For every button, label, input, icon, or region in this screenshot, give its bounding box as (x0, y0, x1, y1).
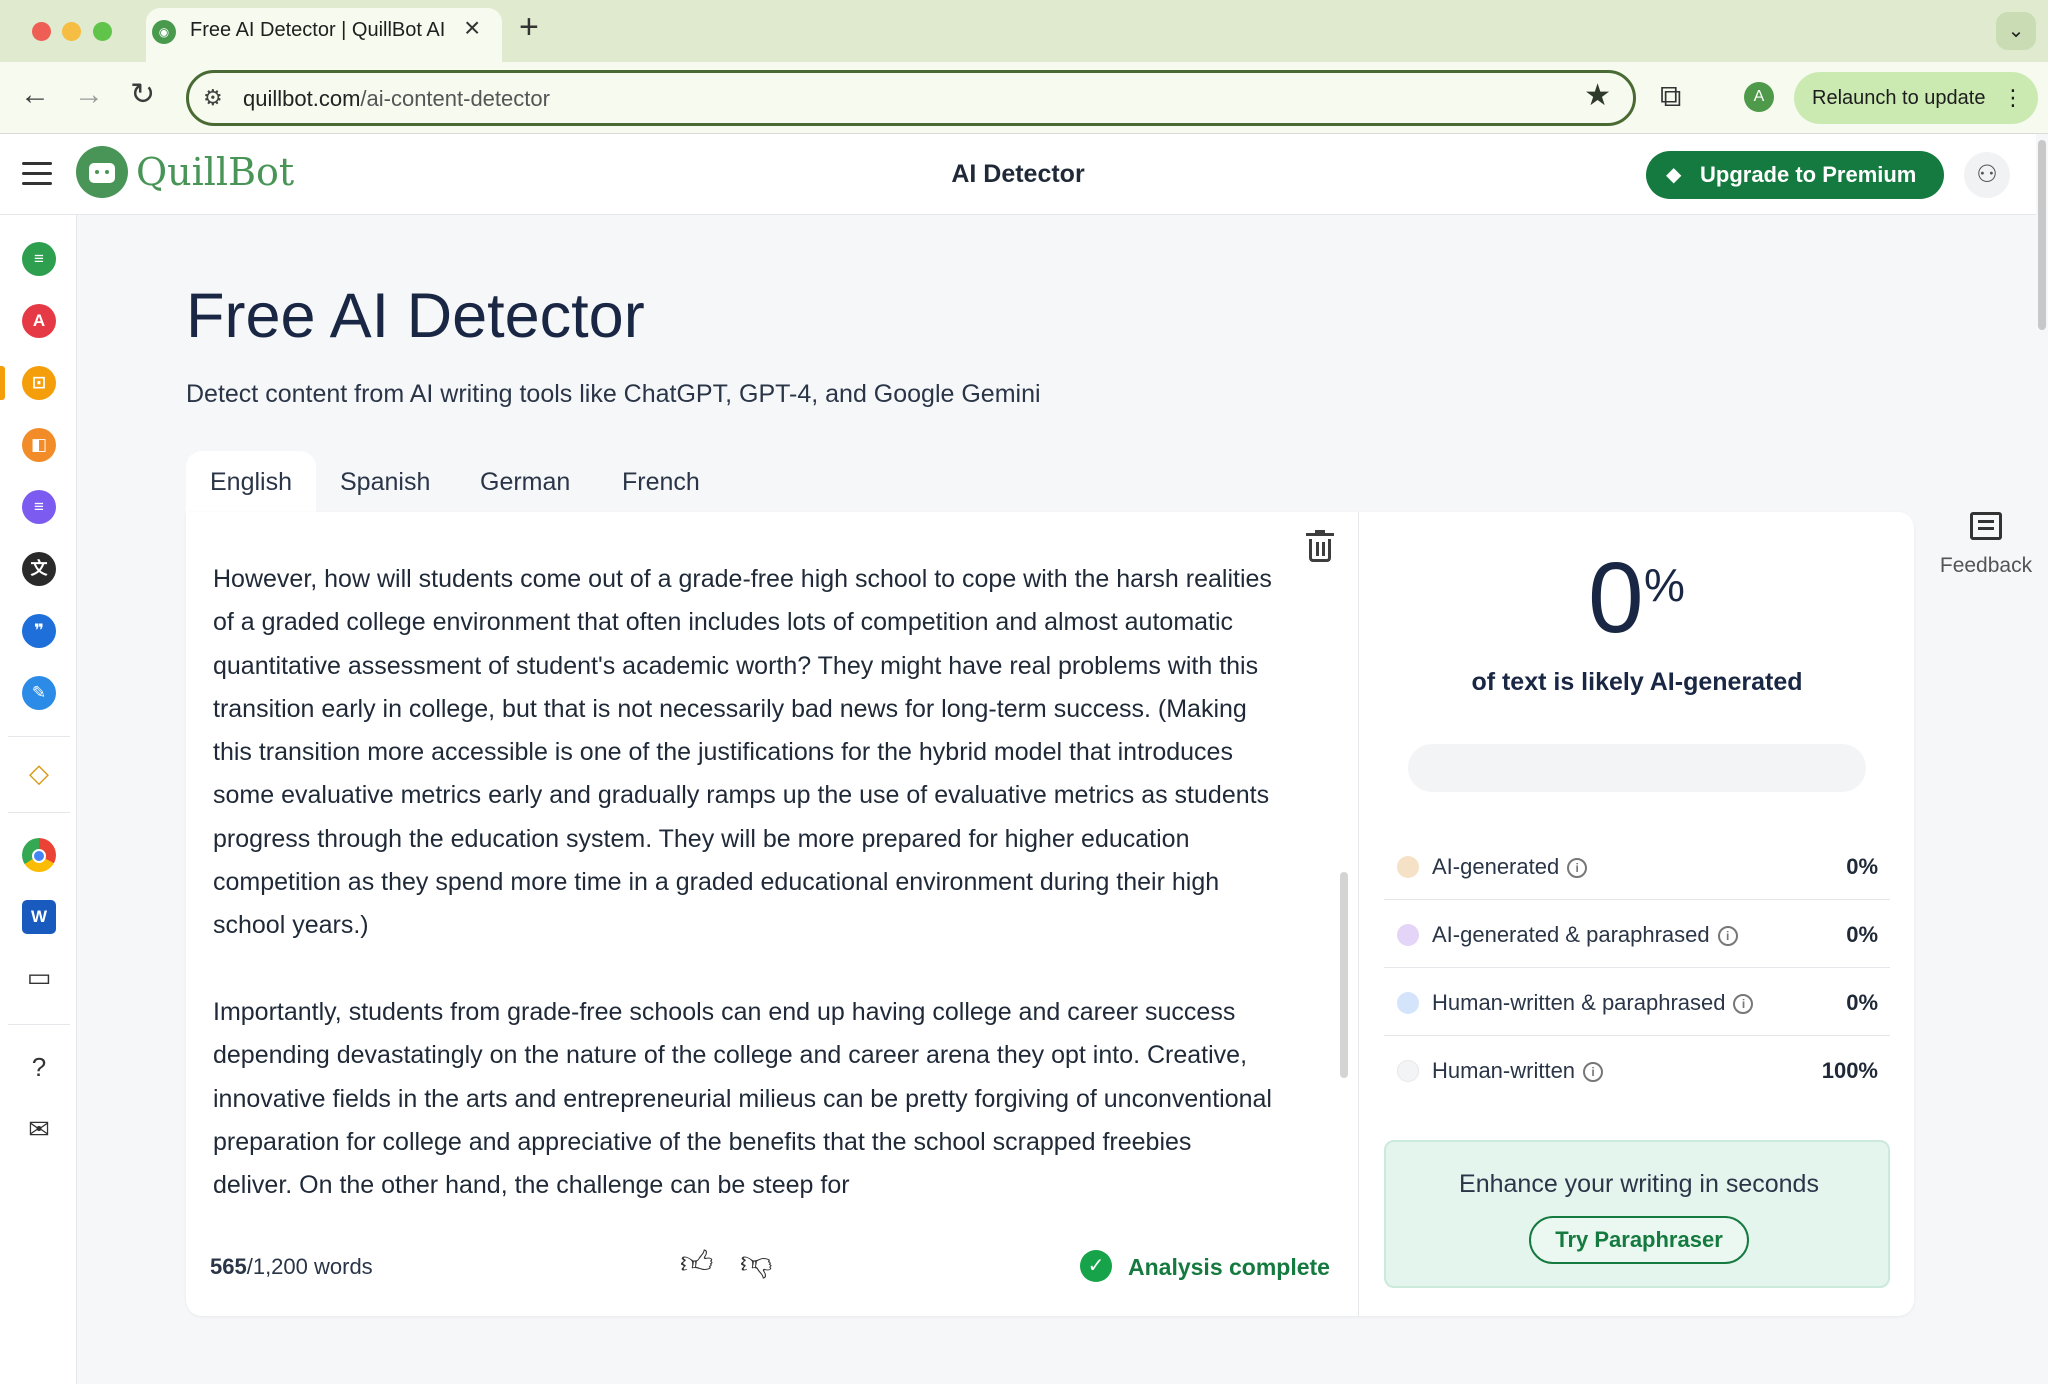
editor-scroll-thumb[interactable] (1340, 872, 1348, 1078)
ai-score: 0 (1588, 542, 1644, 654)
text-paragraph: Importantly, students from grade-free sc… (213, 997, 1272, 1198)
browser-tabstrip: ◉ Free AI Detector | QuillBot AI × + ⌄ (0, 0, 2048, 62)
breakdown-value: 100% (1821, 1058, 1878, 1083)
account-user-icon[interactable]: ⚇ (1964, 152, 2010, 198)
tab-close-icon[interactable]: × (464, 14, 480, 42)
citation-generator-icon[interactable]: ❞ (22, 614, 56, 648)
breakdown-label: Human-written (1432, 1058, 1576, 1083)
profile-avatar[interactable]: A (1744, 82, 1774, 112)
feedback-button[interactable]: Feedback (1938, 512, 2034, 578)
ai-score-bar (1408, 744, 1866, 792)
info-icon[interactable]: i (1717, 926, 1738, 947)
breakdown-row-ai-generated: AI-generated i 0% (1384, 832, 1890, 900)
breakdown-value: 0% (1846, 990, 1878, 1015)
breakdown-label: Human-written & paraphrased (1432, 990, 1726, 1015)
browser-toolbar: ← → ↻ ⚙ quillbot.com/ai-content-detector… (0, 62, 2048, 134)
quillbot-flow-icon[interactable]: ✎ (22, 676, 56, 710)
address-bar[interactable]: ⚙ quillbot.com/ai-content-detector ★ (186, 70, 1636, 126)
active-tool-indicator (0, 366, 5, 400)
page-subheading: Detect content from AI writing tools lik… (186, 380, 1041, 408)
word-addin-icon[interactable]: W (22, 900, 56, 934)
grammar-checker-icon[interactable]: A (22, 304, 56, 338)
tab-favicon-icon: ◉ (152, 20, 176, 44)
human-written-dot (1397, 1060, 1419, 1082)
ai-generated-dot (1397, 856, 1419, 878)
tab-german[interactable]: German (456, 451, 594, 513)
kebab-menu-icon[interactable]: ⋮ (2002, 72, 2024, 124)
page-heading: Free AI Detector (186, 281, 645, 351)
analysis-status: Analysis complete (1128, 1254, 1330, 1280)
feedback-label: Feedback (1939, 554, 2033, 577)
thumbs-up-icon[interactable]: 👍︎ (680, 1246, 713, 1278)
tab-english[interactable]: English (186, 451, 316, 513)
tab-title: Free AI Detector | QuillBot AI (190, 19, 446, 41)
tab-search-chevron-icon[interactable]: ⌄ (1996, 12, 2036, 50)
plagiarism-checker-icon[interactable]: ◧ (22, 428, 56, 462)
new-tab-icon[interactable]: + (519, 10, 539, 44)
breakdown-row-human-paraphrased: Human-written & paraphrased i 0% (1384, 968, 1890, 1036)
extensions-puzzle-icon[interactable]: ⧉ (1660, 80, 1681, 114)
breakdown-row-ai-paraphrased: AI-generated & paraphrased i 0% (1384, 900, 1890, 968)
trash-icon[interactable] (1306, 530, 1334, 564)
text-paragraph: However, how will students come out of a… (213, 565, 1272, 940)
info-icon[interactable]: i (1567, 858, 1588, 879)
text-input-area[interactable]: However, how will students come out of a… (213, 558, 1273, 1198)
premium-diamond-icon[interactable]: ◇ (22, 756, 56, 790)
panel-divider (1358, 512, 1359, 1316)
window-minimize-button[interactable] (62, 22, 81, 41)
back-arrow-icon[interactable]: ← (20, 80, 50, 110)
relaunch-label: Relaunch to update (1812, 87, 1986, 109)
summarizer-icon[interactable]: ≡ (22, 490, 56, 524)
enhance-title: Enhance your writing in seconds (1459, 1170, 1819, 1198)
upgrade-premium-button[interactable]: ◆ Upgrade to Premium (1646, 151, 1944, 199)
window-zoom-button[interactable] (93, 22, 112, 41)
relaunch-button[interactable]: Relaunch to update ⋮ (1794, 72, 2038, 124)
site-info-icon[interactable]: ⚙ (203, 85, 223, 111)
ai-score-unit: % (1644, 559, 1685, 611)
page-scroll-thumb[interactable] (2038, 140, 2046, 330)
check-circle-icon: ✓ (1080, 1250, 1112, 1282)
tab-french[interactable]: French (598, 451, 724, 513)
paraphraser-icon[interactable]: ≡ (22, 242, 56, 276)
try-paraphraser-button[interactable]: Try Paraphraser (1529, 1216, 1749, 1264)
thumbs-down-icon[interactable]: 👎︎ (740, 1246, 772, 1278)
translator-icon[interactable]: 文 (22, 552, 56, 586)
bookmark-star-icon[interactable]: ★ (1584, 81, 1611, 111)
diamond-icon: ◆ (1666, 164, 1682, 186)
enhance-promo: Enhance your writing in seconds Try Para… (1384, 1140, 1890, 1288)
breakdown-value: 0% (1846, 854, 1878, 879)
app-header: QuillBot AI Detector ◆ Upgrade to Premiu… (0, 134, 2048, 215)
help-icon[interactable]: ? (22, 1050, 56, 1084)
word-count: 565/1,200 words (210, 1254, 373, 1279)
rail-divider (8, 812, 70, 813)
ai-detector-icon[interactable]: ⊡ (22, 366, 56, 400)
window-close-button[interactable] (32, 22, 51, 41)
feedback-message-icon (1970, 512, 2002, 540)
breakdown-value: 0% (1846, 922, 1878, 947)
breakdown-row-human-written: Human-written i 100% (1384, 1036, 1890, 1104)
info-icon[interactable]: i (1583, 1062, 1604, 1083)
desktop-app-icon[interactable]: ▭ (22, 960, 56, 994)
info-icon[interactable]: i (1733, 994, 1754, 1015)
mail-icon[interactable]: ✉ (22, 1112, 56, 1146)
breakdown-label: AI-generated (1432, 854, 1560, 879)
reload-icon[interactable]: ↻ (130, 80, 155, 110)
tab-spanish[interactable]: Spanish (316, 451, 454, 513)
human-paraphrased-dot (1397, 992, 1419, 1014)
breakdown-label: AI-generated & paraphrased (1432, 922, 1710, 947)
forward-arrow-icon[interactable]: → (74, 80, 104, 110)
score-caption: of text is likely AI-generated (1471, 668, 1803, 696)
rail-divider (8, 1024, 70, 1025)
url-text: quillbot.com/ai-content-detector (243, 86, 550, 111)
premium-label: Upgrade to Premium (1700, 162, 1917, 187)
chrome-extension-icon[interactable] (22, 838, 56, 872)
rail-divider (8, 736, 70, 737)
ai-paraphrased-dot (1397, 924, 1419, 946)
